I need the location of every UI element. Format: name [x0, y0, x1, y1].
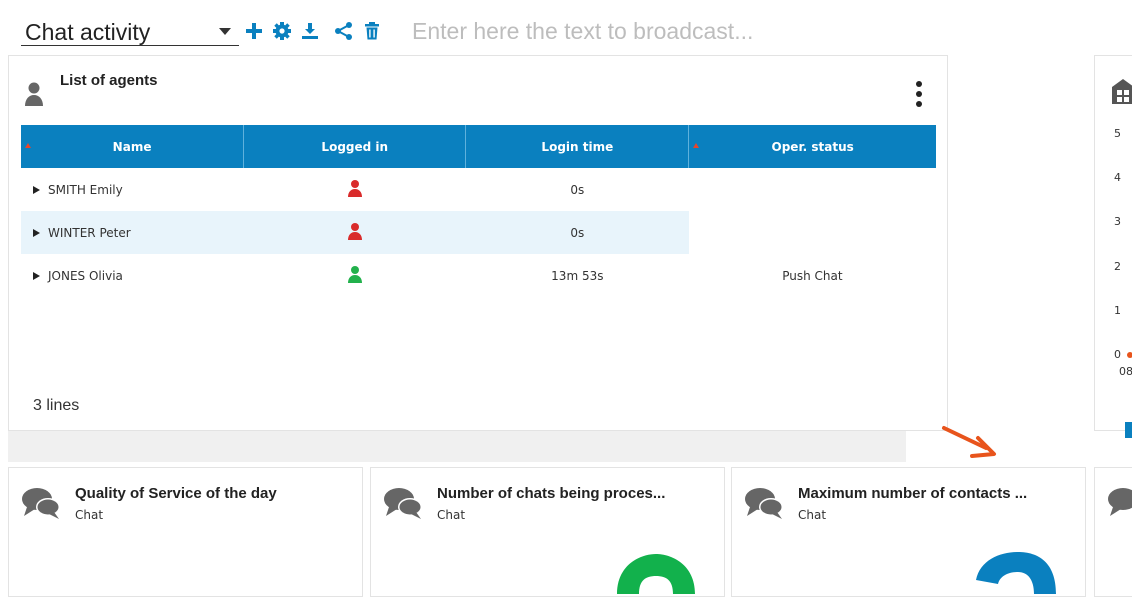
column-header-login-time[interactable]: Login time	[465, 125, 690, 168]
panel-divider	[8, 431, 906, 462]
y-axis-tick: 2	[1114, 260, 1121, 273]
gear-icon[interactable]	[272, 21, 292, 41]
chart-panel: 5 4 3 2 1 0 08	[1094, 55, 1132, 438]
x-axis-tick: 08	[1119, 365, 1132, 378]
oper-status	[688, 211, 936, 254]
expand-icon[interactable]	[33, 272, 40, 280]
column-header-oper-status[interactable]: Oper. status	[688, 125, 936, 168]
value-digit-shape	[976, 552, 1056, 594]
sort-icon[interactable]	[25, 143, 31, 148]
legend-swatch	[1125, 422, 1132, 438]
agent-name: WINTER Peter	[48, 225, 131, 240]
widget-title: Maximum number of contacts ...	[798, 485, 1028, 502]
arrow-icon	[942, 426, 996, 458]
panel-title: List of agents	[60, 72, 158, 89]
oper-status: Push Chat	[782, 268, 843, 283]
more-options-icon[interactable]	[915, 81, 923, 109]
widget-chats-being-processed: Number of chats being proces... Chat	[370, 467, 725, 597]
y-axis-tick: 5	[1114, 127, 1121, 140]
y-axis-tick: 1	[1114, 304, 1121, 317]
chat-bubbles-icon	[745, 488, 783, 519]
agent-name: JONES Olivia	[48, 268, 123, 283]
widget-quality-of-service: Quality of Service of the day Chat	[8, 467, 363, 597]
expand-icon[interactable]	[33, 186, 40, 194]
value-digit-shape	[617, 554, 695, 594]
login-time: 13m 53s	[551, 268, 604, 283]
y-axis-tick: 0	[1114, 348, 1121, 361]
widget-title: Number of chats being proces...	[437, 485, 666, 502]
column-header-name[interactable]: Name	[21, 125, 245, 168]
widget-maximum-contacts: Maximum number of contacts ... Chat	[731, 467, 1086, 597]
dashboard-selector[interactable]: Chat activity	[21, 14, 239, 46]
trash-icon[interactable]	[362, 21, 382, 41]
logged-out-user-icon	[347, 180, 362, 197]
chat-bubbles-icon	[22, 488, 60, 519]
widget-subtitle: Chat	[798, 508, 827, 522]
sort-icon[interactable]	[693, 143, 700, 148]
row-count: 3 lines	[33, 397, 80, 414]
widget-partial	[1094, 467, 1132, 597]
broadcast-input[interactable]	[404, 14, 1020, 48]
user-icon	[25, 82, 43, 106]
building-icon	[1112, 79, 1132, 104]
widget-subtitle: Chat	[75, 508, 104, 522]
toolbar: Chat activity	[0, 0, 1132, 52]
table-row[interactable]: JONES Olivia 13m 53s Push Chat	[21, 254, 936, 297]
chat-bubbles-icon	[384, 488, 422, 519]
table-row[interactable]: SMITH Emily 0s	[21, 168, 936, 211]
widget-title: Quality of Service of the day	[75, 485, 277, 502]
logged-out-user-icon	[347, 223, 362, 240]
agent-name: SMITH Emily	[48, 182, 123, 197]
download-icon[interactable]	[300, 21, 320, 41]
login-time: 0s	[465, 211, 689, 254]
widget-subtitle: Chat	[437, 508, 466, 522]
y-axis-tick: 4	[1114, 171, 1121, 184]
chevron-down-icon[interactable]	[219, 28, 231, 35]
column-header-logged-in[interactable]: Logged in	[243, 125, 467, 168]
dashboard-name: Chat activity	[25, 19, 151, 45]
oper-status	[689, 168, 936, 211]
logged-in-user-icon	[347, 266, 362, 283]
y-axis-tick: 3	[1114, 215, 1121, 228]
plus-icon[interactable]	[244, 21, 264, 41]
agents-table: Name Logged in Login time Oper. status S…	[21, 125, 936, 297]
table-row[interactable]: WINTER Peter 0s	[21, 211, 936, 254]
login-time: 0s	[570, 182, 585, 197]
chat-bubbles-icon	[1108, 488, 1132, 516]
expand-icon[interactable]	[33, 229, 40, 237]
agents-panel: List of agents Name Logged in Login time…	[8, 55, 952, 483]
data-point	[1127, 352, 1132, 358]
share-icon[interactable]	[334, 21, 354, 41]
